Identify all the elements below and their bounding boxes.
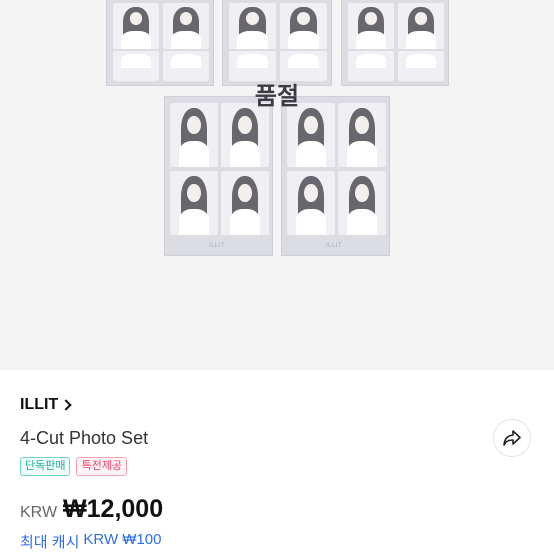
sold-out-label: 품절	[254, 83, 300, 110]
cash-value: KRW ₩100	[83, 531, 162, 548]
photo-cut	[338, 171, 386, 235]
share-button[interactable]	[493, 419, 531, 457]
max-cash-row: 최대 캐시 KRW ₩100	[20, 531, 161, 552]
photo-cut	[113, 3, 159, 49]
photo-cut	[348, 3, 394, 49]
photo-cut	[338, 103, 386, 167]
cash-label: 최대 캐시	[20, 534, 80, 551]
badge-row: 단독판매 특전제공	[20, 457, 127, 476]
brand-link[interactable]: ILLIT	[20, 396, 72, 414]
card-caption: ILLIT	[209, 243, 226, 249]
brand-name: ILLIT	[20, 396, 59, 413]
card-caption: ILLIT	[326, 243, 343, 249]
photo-cut	[221, 103, 269, 167]
photo-cut	[170, 103, 218, 167]
bonus-offer-badge: 특전제공	[76, 457, 127, 476]
photo-cut	[287, 171, 335, 235]
photo-cut	[163, 3, 209, 49]
share-arrow-icon	[503, 430, 521, 446]
photo-cut	[221, 171, 269, 235]
product-title: 4-Cut Photo Set	[20, 428, 149, 448]
photo-card	[106, 0, 214, 86]
chevron-right-icon	[60, 399, 72, 411]
photo-card: ILLIT	[164, 96, 273, 256]
price-row: KRW ₩12,000	[20, 495, 163, 524]
price-value: ₩12,000	[63, 495, 164, 523]
photo-cut	[398, 3, 444, 49]
photo-cut	[287, 103, 335, 167]
photo-cut	[280, 3, 327, 49]
photo-card	[222, 0, 332, 86]
exclusive-sale-badge: 단독판매	[20, 457, 71, 476]
currency-label: KRW	[20, 504, 58, 521]
photo-cut	[170, 171, 218, 235]
product-image[interactable]: ILLIT ILLIT 품절	[0, 0, 554, 370]
photo-card: ILLIT	[281, 96, 390, 256]
photo-card	[341, 0, 449, 86]
photo-cut	[229, 3, 276, 49]
